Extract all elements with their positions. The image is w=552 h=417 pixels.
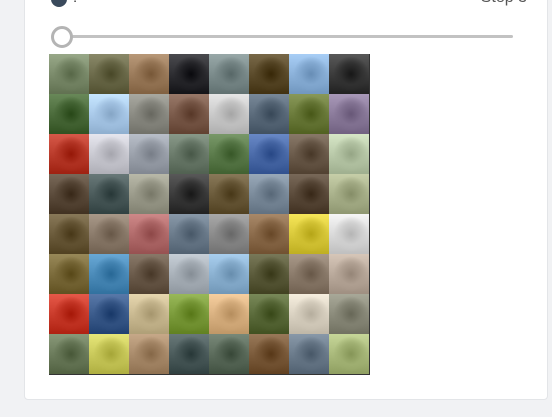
image-tile (89, 294, 129, 334)
image-tile (89, 334, 129, 374)
image-tile (209, 334, 249, 374)
image-tile (249, 254, 289, 294)
image-tile (169, 334, 209, 374)
step-label: Step 3 (481, 0, 527, 8)
image-tile (329, 54, 369, 94)
image-tile (249, 174, 289, 214)
image-tile (289, 134, 329, 174)
image-tile (169, 94, 209, 134)
image-tile (129, 294, 169, 334)
image-tile (49, 294, 89, 334)
image-tile (289, 54, 329, 94)
panel-card: : Step 3 (24, 0, 548, 400)
image-tile (329, 94, 369, 134)
image-tile (169, 54, 209, 94)
image-tile (89, 174, 129, 214)
image-tile (249, 334, 289, 374)
image-tile (209, 134, 249, 174)
image-grid (49, 54, 370, 375)
image-tile (329, 214, 369, 254)
image-tile (169, 214, 209, 254)
image-tile (169, 294, 209, 334)
image-tile (49, 94, 89, 134)
image-tile (249, 54, 289, 94)
image-tile (169, 174, 209, 214)
image-tile (129, 134, 169, 174)
image-tile (49, 214, 89, 254)
image-tile (209, 174, 249, 214)
image-tile (289, 294, 329, 334)
image-tile (249, 294, 289, 334)
status-dot-icon (51, 0, 67, 7)
image-tile (289, 174, 329, 214)
slider-track[interactable] (59, 35, 513, 38)
image-tile (129, 94, 169, 134)
image-tile (49, 134, 89, 174)
image-tile (249, 214, 289, 254)
image-tile (329, 334, 369, 374)
image-tile (129, 254, 169, 294)
image-tile (49, 334, 89, 374)
image-tile (329, 294, 369, 334)
image-tile (209, 94, 249, 134)
image-tile (289, 94, 329, 134)
status-separator: : (73, 0, 77, 7)
image-tile (129, 54, 169, 94)
image-tile (329, 134, 369, 174)
image-tile (89, 54, 129, 94)
image-tile (89, 214, 129, 254)
image-tile (209, 54, 249, 94)
image-tile (249, 94, 289, 134)
image-tile (209, 214, 249, 254)
image-tile (209, 294, 249, 334)
image-tile (289, 214, 329, 254)
image-tile (89, 94, 129, 134)
image-tile (129, 214, 169, 254)
image-tile (289, 334, 329, 374)
image-tile (249, 134, 289, 174)
header-row: : Step 3 (25, 0, 549, 11)
image-tile (209, 254, 249, 294)
image-tile (49, 174, 89, 214)
image-tile (49, 254, 89, 294)
image-tile (169, 254, 209, 294)
image-tile (129, 334, 169, 374)
image-tile (129, 174, 169, 214)
image-tile (329, 174, 369, 214)
image-tile (329, 254, 369, 294)
slider-thumb[interactable] (51, 26, 73, 48)
image-tile (89, 254, 129, 294)
image-tile (49, 54, 89, 94)
image-tile (89, 134, 129, 174)
image-tile (289, 254, 329, 294)
step-slider[interactable] (51, 25, 513, 49)
image-tile (169, 134, 209, 174)
